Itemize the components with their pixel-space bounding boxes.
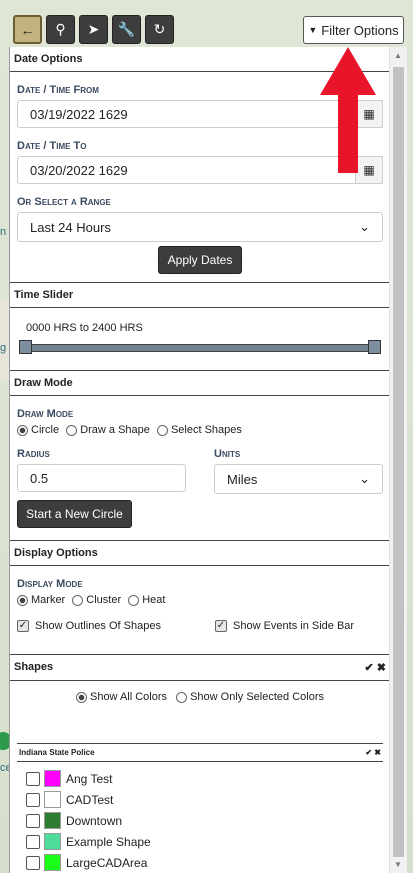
- shape-checkbox[interactable]: [26, 813, 40, 828]
- radio-label: Circle: [31, 424, 60, 436]
- shape-list-item: Downtown: [26, 810, 390, 831]
- shape-color-options: Show All Colors Show Only Selected Color…: [10, 691, 390, 703]
- shape-color-swatch: [44, 770, 61, 788]
- shape-group-header: Indiana State Police ✔ ✖: [17, 743, 383, 763]
- radio-label: Heat: [142, 594, 166, 606]
- radio-label: Marker: [31, 594, 66, 606]
- map-label: n: [0, 226, 7, 238]
- draw-mode-header: Draw Mode: [10, 370, 390, 396]
- shape-label: Example Shape: [66, 834, 151, 849]
- show-events-checkbox[interactable]: ✓: [215, 620, 227, 633]
- radio-label: Select Shapes: [170, 424, 242, 436]
- time-slider[interactable]: [19, 340, 381, 354]
- scroll-down-icon[interactable]: ▼: [394, 860, 402, 869]
- toolbar: ← ⚲ ➤ 🔧 ↻: [13, 15, 174, 45]
- units-select-value: Miles: [227, 471, 258, 487]
- scroll-up-icon[interactable]: ▲: [394, 51, 402, 60]
- display-mode-options: Marker Cluster Heat: [17, 594, 390, 606]
- draw-mode-label: Draw Mode: [17, 408, 74, 420]
- location-arrow-icon[interactable]: ➤: [79, 15, 108, 44]
- radio-label: Show Only Selected Colors: [190, 691, 324, 704]
- radio-draw-shape[interactable]: [66, 424, 78, 436]
- search-icon[interactable]: ⚲: [46, 15, 75, 44]
- radio-show-selected-colors[interactable]: [176, 691, 188, 703]
- draw-mode-options: Circle Draw a Shape Select Shapes: [17, 424, 390, 436]
- shape-checkbox[interactable]: [26, 855, 40, 870]
- radio-label: Show All Colors: [89, 691, 168, 704]
- display-mode-label: Display Mode: [17, 578, 83, 590]
- red-arrow-annotation: [320, 47, 376, 173]
- shape-color-swatch: [44, 791, 61, 809]
- shape-color-swatch: [44, 812, 61, 830]
- radio-select-shapes[interactable]: [156, 424, 168, 436]
- shape-label: Ang Test: [66, 771, 113, 786]
- show-outlines-checkbox[interactable]: ✓: [17, 620, 29, 633]
- display-options-header: Display Options: [10, 540, 390, 566]
- check-all-icon[interactable]: ✔: [365, 662, 374, 674]
- radio-label: Cluster: [86, 594, 122, 606]
- checkbox-label: Show Events in Side Bar: [233, 620, 355, 632]
- map-label: g: [0, 342, 7, 354]
- radio-label: Draw a Shape: [80, 424, 150, 436]
- range-select-value: Last 24 Hours: [30, 219, 111, 235]
- shape-color-swatch: [44, 854, 61, 872]
- shape-list: Ang Test CADTest Downtown Example Shape Larg…: [26, 768, 390, 873]
- shapes-header: Shapes ✔ ✖: [10, 654, 390, 682]
- shape-checkbox[interactable]: [26, 771, 40, 786]
- shapes-title: Shapes: [14, 661, 54, 674]
- shape-label: Downtown: [66, 813, 123, 828]
- radius-input[interactable]: 0.5: [17, 464, 186, 492]
- radio-circle[interactable]: [17, 424, 28, 436]
- time-slider-end-handle[interactable]: [368, 340, 381, 354]
- range-select[interactable]: Last 24 Hours ⌄: [17, 212, 383, 242]
- date-from-input[interactable]: 03/19/2022 1629: [17, 100, 356, 128]
- radio-show-all-colors[interactable]: [75, 691, 87, 703]
- back-arrow-icon[interactable]: ←: [13, 15, 42, 44]
- shape-list-item: CADTest: [26, 789, 390, 810]
- checkbox-label: Show Outlines Of Shapes: [35, 620, 161, 632]
- apply-dates-button[interactable]: Apply Dates: [158, 246, 242, 274]
- chevron-down-icon: ⌄: [359, 219, 370, 234]
- wrench-icon[interactable]: 🔧: [112, 15, 141, 44]
- time-slider-header: Time Slider: [10, 282, 390, 308]
- shape-label: CADTest: [66, 792, 114, 807]
- shape-color-swatch: [44, 833, 61, 851]
- shape-checkbox[interactable]: [26, 834, 40, 849]
- units-label: Units: [214, 448, 241, 460]
- shape-group-title: Indiana State Police: [19, 748, 95, 758]
- scrollbar-thumb[interactable]: [393, 67, 404, 857]
- chevron-down-icon: ⌄: [359, 471, 370, 486]
- caret-down-icon: ▼: [308, 25, 318, 35]
- units-select[interactable]: Miles ⌄: [214, 464, 383, 494]
- filter-options-button[interactable]: ▼ Filter Options: [303, 16, 404, 44]
- shape-list-item: LargeCADArea: [26, 852, 390, 873]
- radio-cluster[interactable]: [72, 594, 84, 606]
- refresh-icon[interactable]: ↻: [145, 15, 174, 44]
- shape-checkbox[interactable]: [26, 792, 40, 807]
- shape-label: LargeCADArea: [66, 855, 148, 870]
- display-checkboxes: ✓ Show Outlines Of Shapes ✓ Show Events in…: [17, 620, 390, 633]
- time-slider-start-handle[interactable]: [19, 340, 32, 354]
- radio-marker[interactable]: [17, 594, 28, 606]
- shape-list-item: Example Shape: [26, 831, 390, 852]
- time-range-text: 0000 HRS to 2400 HRS: [26, 322, 143, 334]
- range-label: Or Select a Range: [17, 196, 111, 208]
- date-to-input[interactable]: 03/20/2022 1629: [17, 156, 356, 184]
- shape-list-item: Ang Test: [26, 768, 390, 789]
- time-slider-track: [23, 344, 377, 352]
- scrollbar[interactable]: ▲ ▼: [389, 47, 407, 873]
- clear-all-icon[interactable]: ✖: [377, 662, 386, 674]
- radio-heat[interactable]: [128, 594, 140, 606]
- check-group-icon[interactable]: ✔: [365, 748, 372, 757]
- radius-label: Radius: [17, 448, 50, 460]
- filter-options-label: Filter Options: [321, 22, 399, 38]
- start-new-circle-button[interactable]: Start a New Circle: [17, 500, 132, 528]
- clear-group-icon[interactable]: ✖: [374, 748, 381, 757]
